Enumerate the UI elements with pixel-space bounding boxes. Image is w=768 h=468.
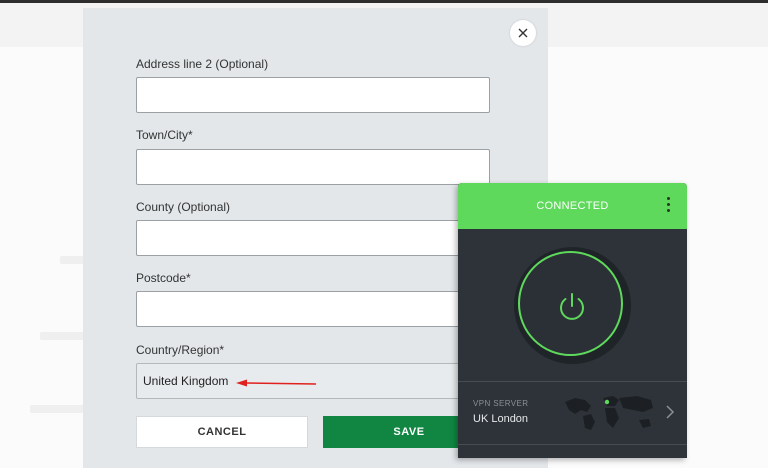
county-input[interactable] xyxy=(136,220,490,256)
vpn-server-label: VPN SERVER xyxy=(473,399,529,408)
address-line-2-label: Address line 2 (Optional) xyxy=(136,57,269,71)
vpn-server-name: UK London xyxy=(473,413,529,425)
town-city-input[interactable] xyxy=(136,149,490,185)
cancel-button[interactable]: CANCEL xyxy=(136,416,308,448)
close-button[interactable] xyxy=(510,20,536,46)
postcode-label: Postcode* xyxy=(136,271,191,285)
country-region-label: Country/Region* xyxy=(136,343,225,357)
postcode-input[interactable] xyxy=(136,291,490,327)
vpn-widget: CONNECTED VPN SERVER UK London xyxy=(458,183,687,458)
power-icon xyxy=(560,293,584,320)
chevron-right-icon xyxy=(666,405,675,419)
world-map-icon xyxy=(565,396,653,430)
town-city-label: Town/City* xyxy=(136,128,193,142)
vpn-server-row[interactable]: VPN SERVER UK London xyxy=(458,381,687,445)
address-line-2-input[interactable] xyxy=(136,77,490,113)
county-label: County (Optional) xyxy=(136,200,231,214)
vpn-status-text: CONNECTED xyxy=(536,200,609,212)
background-placeholder xyxy=(30,405,90,413)
close-icon xyxy=(518,28,528,38)
more-vertical-icon[interactable] xyxy=(665,197,671,215)
red-arrow-annotation xyxy=(236,379,317,387)
